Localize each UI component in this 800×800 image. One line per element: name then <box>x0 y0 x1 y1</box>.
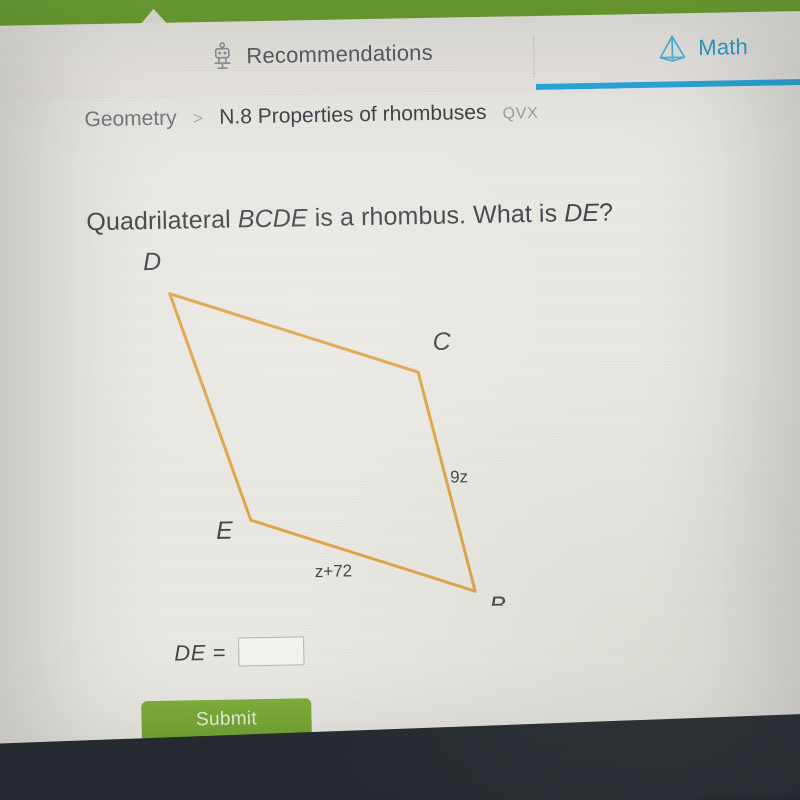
question-suffix: ? <box>598 198 614 227</box>
rhombus-figure: D C B E 9z z+72 <box>143 248 507 613</box>
lesson-page: Geometry > N.8 Properties of rhombuses Q… <box>0 84 800 784</box>
top-nav-item-learning[interactable]: Learning <box>151 0 272 1</box>
breadcrumb-separator-icon: > <box>192 108 204 129</box>
side-label-cb: 9z <box>450 467 468 486</box>
tab-recommendations-label: Recommendations <box>246 39 433 69</box>
pyramid-icon <box>657 33 688 64</box>
answer-input[interactable] <box>237 636 305 667</box>
breadcrumb-skill-code: QVX <box>502 104 539 123</box>
vertex-label-c: C <box>432 328 452 356</box>
rhombus-outline <box>168 292 477 593</box>
side-label-eb: z+72 <box>315 561 353 581</box>
question-prefix: Quadrilateral <box>86 205 239 237</box>
breadcrumb: Geometry > N.8 Properties of rhombuses Q… <box>84 100 539 132</box>
breadcrumb-skill: N.8 Properties of rhombuses <box>218 100 487 129</box>
vertex-label-e: E <box>216 517 234 545</box>
screen-surface: Learning Diagnostic Analytics <box>0 0 800 800</box>
question-middle: is a rhombus. What is <box>307 199 565 233</box>
question-asked-segment: DE <box>563 198 600 228</box>
robot-icon <box>209 41 236 71</box>
tab-math-label: Math <box>698 34 749 60</box>
breadcrumb-subject[interactable]: Geometry <box>84 107 177 133</box>
tab-recommendations[interactable]: Recommendations <box>209 38 433 72</box>
rhombus-diagram: D C B E 9z z+72 <box>91 245 568 613</box>
question-figure-name: BCDE <box>237 204 308 234</box>
tab-math[interactable]: Math <box>657 32 748 64</box>
photo-of-screen: Learning Diagnostic Analytics <box>0 0 800 800</box>
vertex-label-d: D <box>143 248 162 276</box>
answer-row: DE = <box>174 636 305 667</box>
question-prompt: Quadrilateral BCDE is a rhombus. What is… <box>86 199 613 238</box>
tab-divider <box>533 35 535 78</box>
vertex-label-b: B <box>489 592 506 613</box>
answer-label: DE = <box>174 639 227 666</box>
